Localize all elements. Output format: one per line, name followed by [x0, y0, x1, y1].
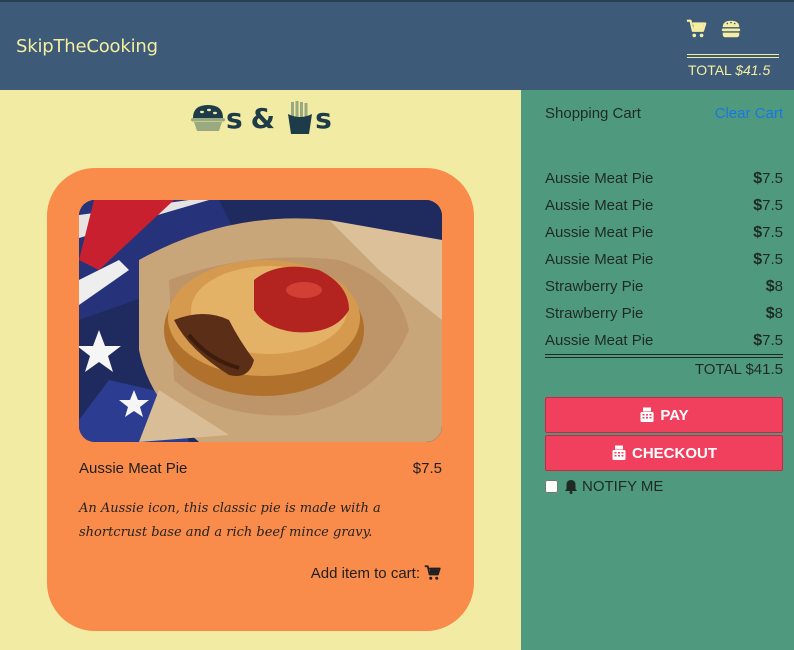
notify-me-label: NOTIFY ME — [582, 478, 664, 495]
fries-icon — [288, 101, 313, 134]
bell-icon — [565, 480, 577, 494]
add-to-cart-label: Add item to cart: — [310, 564, 420, 582]
title-ampersand: & — [250, 101, 276, 135]
cart-item: Aussie Meat Pie $7.5 — [545, 246, 783, 273]
cart-item-name: Aussie Meat Pie — [545, 170, 654, 187]
cart-item-name: Aussie Meat Pie — [545, 332, 654, 349]
brand-name[interactable]: SkipTheCooking — [16, 36, 158, 57]
cart-item-price: $8 — [765, 277, 783, 295]
header-total-divider — [687, 54, 779, 58]
cart-item-name: Aussie Meat Pie — [545, 224, 654, 241]
cart-item-list: Aussie Meat Pie $7.5 Aussie Meat Pie $7.… — [545, 165, 783, 354]
shopping-cart-panel: Shopping Cart Clear Cart Aussie Meat Pie… — [521, 90, 794, 650]
header-total-label: TOTAL — [688, 62, 736, 78]
pie-icon — [191, 105, 225, 131]
product-name: Aussie Meat Pie — [79, 460, 188, 477]
add-to-cart-button[interactable]: Add item to cart: — [311, 564, 442, 582]
cart-item: Strawberry Pie $8 — [545, 300, 783, 327]
product-description: An Aussie icon, this classic pie is made… — [79, 501, 381, 540]
cart-item-name: Aussie Meat Pie — [545, 251, 654, 268]
product-price: $7.5 — [412, 460, 442, 477]
clear-cart-link[interactable]: Clear Cart — [715, 105, 783, 122]
cash-register-icon — [640, 407, 654, 422]
cart-item-price: $7.5 — [753, 250, 783, 268]
cart-item: Aussie Meat Pie $7.5 — [545, 192, 783, 219]
cart-item-name: Strawberry Pie — [545, 305, 644, 322]
pay-label: PAY — [660, 406, 689, 424]
header-total: TOTAL $41.5 — [688, 62, 770, 78]
cart-item-price: $7.5 — [753, 196, 783, 214]
cart-item-name: Strawberry Pie — [545, 278, 644, 295]
header-icon-group — [686, 18, 782, 42]
notify-me-checkbox[interactable] — [545, 480, 558, 493]
cart-title: Shopping Cart — [545, 105, 641, 122]
cart-item-name: Aussie Meat Pie — [545, 197, 654, 214]
cart-total-divider — [545, 354, 783, 358]
cart-item: Strawberry Pie $8 — [545, 273, 783, 300]
page-title: s & s — [190, 98, 332, 138]
cart-item-price: $7.5 — [753, 169, 783, 187]
checkout-label: CHECKOUT — [632, 444, 717, 462]
product-card: Aussie Meat Pie $7.5 An Aussie icon, thi… — [47, 168, 474, 631]
header-total-amount: $41.5 — [735, 62, 771, 78]
product-area: s & s Aussie Meat Pie $7.5 An Aussie ico… — [0, 90, 521, 650]
product-image — [79, 200, 442, 442]
checkout-button[interactable]: CHECKOUT — [545, 435, 783, 471]
cart-item-price: $7.5 — [753, 331, 783, 349]
burger-icon[interactable] — [720, 18, 742, 40]
cart-item: Aussie Meat Pie $7.5 — [545, 219, 783, 246]
cart-icon[interactable] — [686, 18, 708, 40]
pay-button[interactable]: PAY — [545, 397, 783, 433]
cart-total: TOTAL $41.5 — [694, 361, 783, 378]
cart-icon[interactable] — [424, 564, 442, 582]
cart-item: Aussie Meat Pie $7.5 — [545, 165, 783, 192]
cart-item-price: $8 — [765, 304, 783, 322]
notify-me-option[interactable]: NOTIFY ME — [545, 478, 663, 495]
title-word-1: s — [226, 101, 243, 135]
cash-register-icon — [612, 445, 626, 460]
title-word-2: s — [315, 101, 332, 135]
cart-item: Aussie Meat Pie $7.5 — [545, 327, 783, 354]
top-navbar: SkipTheCooking TOTAL $41.5 — [0, 0, 794, 90]
cart-item-price: $7.5 — [753, 223, 783, 241]
